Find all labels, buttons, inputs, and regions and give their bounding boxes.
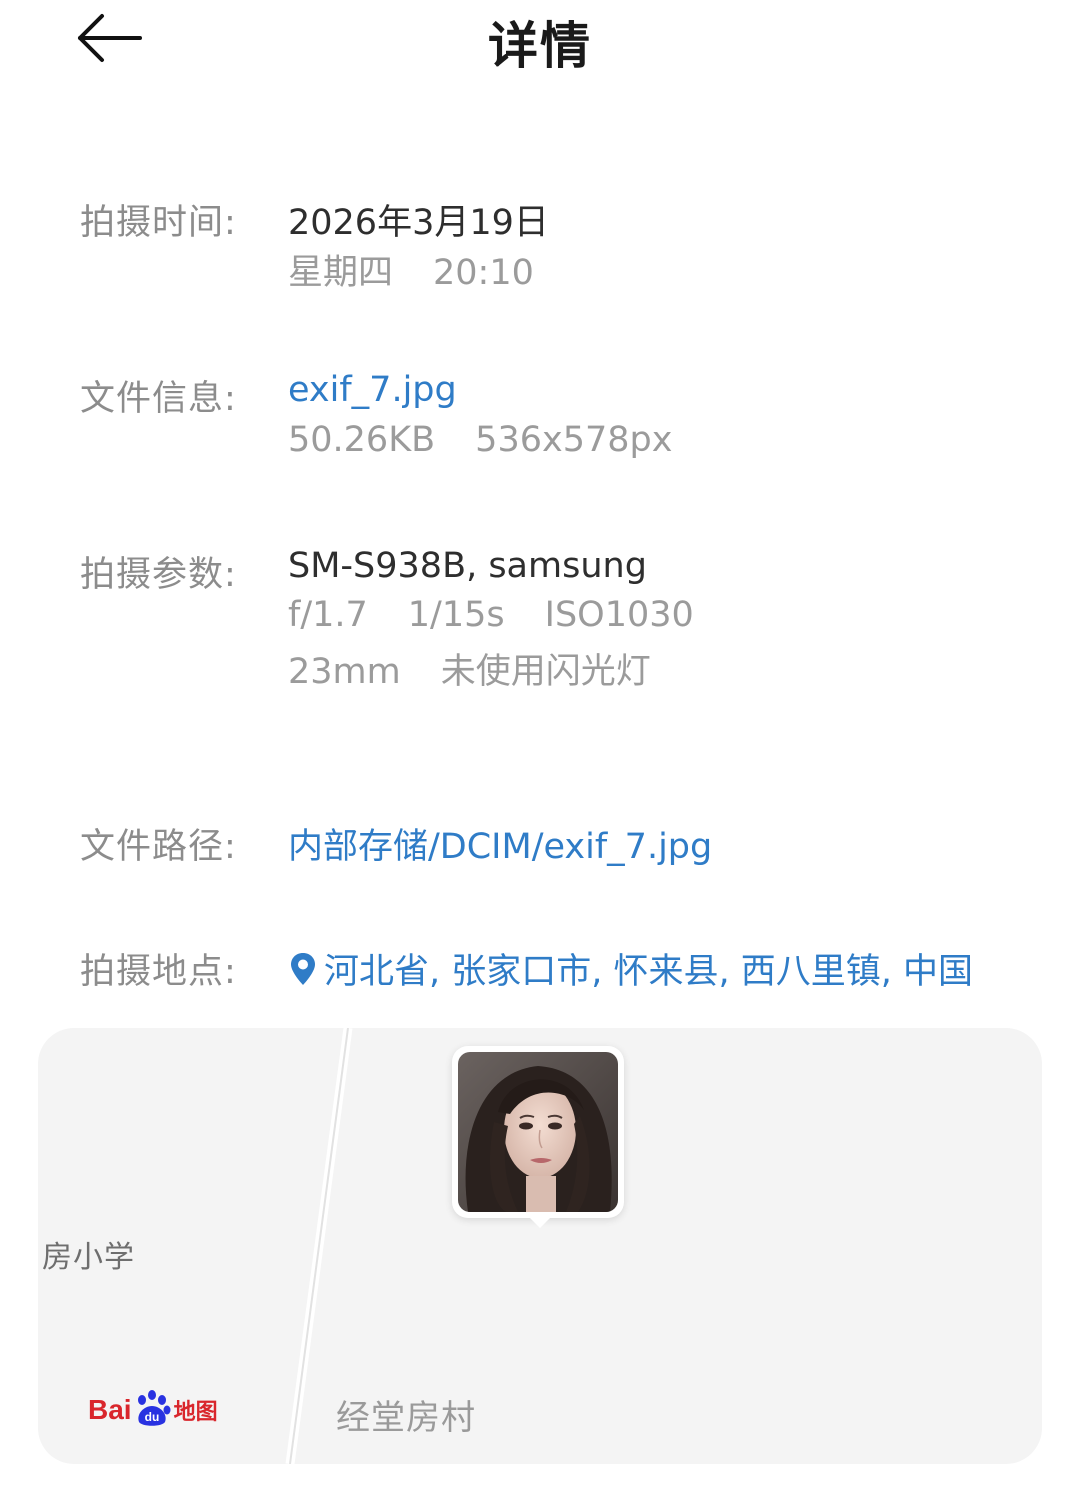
file-name-link[interactable]: exif_7.jpg — [288, 370, 457, 410]
map-poi-school: 房小学 — [42, 1240, 135, 1275]
file-info-label: 文件信息: — [80, 379, 237, 419]
page-title: 详情 — [488, 17, 592, 75]
baidu-paw-icon: du — [132, 1388, 172, 1432]
exposure-params: f/1.7 1/15s ISO1030 — [288, 595, 694, 635]
photo-location-marker[interactable] — [452, 1046, 624, 1218]
baidu-map-logo: Bai du 地图 — [88, 1388, 218, 1438]
map-poi-village: 经堂房村 — [336, 1398, 476, 1438]
marker-pointer — [530, 1218, 550, 1228]
file-size-dimensions: 50.26KB 536x578px — [288, 420, 672, 460]
capture-params-label: 拍摄参数: — [80, 555, 237, 595]
aperture: f/1.7 — [288, 595, 368, 635]
capture-time-label: 拍摄时间: — [80, 203, 237, 243]
file-path-link[interactable]: 内部存储/DCIM/exif_7.jpg — [288, 818, 712, 869]
location-pin-icon — [291, 953, 315, 985]
capture-weekday: 星期四 — [288, 253, 394, 293]
shutter-speed: 1/15s — [407, 595, 505, 635]
file-size: 50.26KB — [288, 420, 436, 460]
capture-clock: 20:10 — [433, 253, 534, 293]
capture-date: 2026年3月19日 — [288, 203, 549, 243]
photo-thumbnail — [458, 1052, 618, 1212]
top-bar: 详情 — [0, 0, 1080, 80]
iso: ISO1030 — [544, 595, 694, 635]
file-path-label: 文件路径: — [80, 827, 237, 867]
flash-status: 未使用闪光灯 — [440, 652, 651, 692]
location-address: 河北省, 张家口市, 怀来县, 西八里镇, 中国 — [324, 952, 974, 992]
capture-weekday-time: 星期四 20:10 — [288, 244, 534, 295]
image-dimensions: 536x578px — [475, 420, 673, 460]
focal-length: 23mm — [288, 652, 401, 692]
location-map[interactable]: 房小学 经堂房村 Bai du 地图 — [38, 1028, 1042, 1464]
baidu-du-text: du — [144, 1410, 159, 1424]
device-model: SM-S938B, samsung — [288, 546, 647, 586]
location-link[interactable]: 河北省, 张家口市, 怀来县, 西八里镇, 中国 — [288, 943, 973, 994]
lens-flash-params: 23mm 未使用闪光灯 — [288, 643, 651, 694]
location-label: 拍摄地点: — [80, 952, 237, 992]
